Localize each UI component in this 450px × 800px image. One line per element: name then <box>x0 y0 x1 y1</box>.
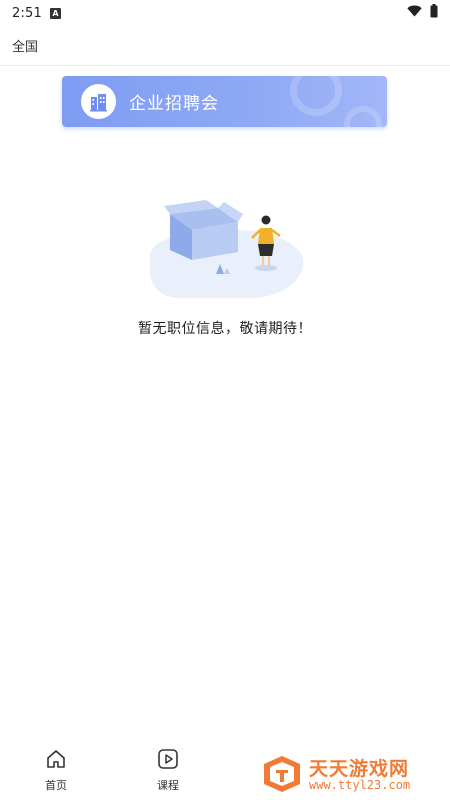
region-selector[interactable]: 全国 <box>12 36 38 55</box>
empty-box-illustration <box>140 200 310 305</box>
nav-label-home: 首页 <box>45 779 67 792</box>
play-icon <box>157 748 179 774</box>
watermark-url: www.ttyl23.com <box>309 778 411 792</box>
header: 全国 <box>0 26 450 66</box>
job-fair-banner[interactable]: 企业招聘会 <box>62 76 387 127</box>
building-icon <box>81 84 116 119</box>
nav-label-courses: 课程 <box>157 779 179 792</box>
watermark: 天天游戏网 www.ttyl23.com <box>262 752 447 796</box>
status-right <box>407 4 438 22</box>
nav-item-courses[interactable]: 课程 <box>138 748 198 798</box>
banner-decoration <box>344 106 382 127</box>
empty-state-message: 暂无职位信息，敬请期待！ <box>138 321 312 337</box>
notification-badge: A <box>50 7 61 19</box>
status-bar: 2:51 A <box>0 0 450 26</box>
status-time: 2:51 <box>12 5 42 21</box>
watermark-logo-icon <box>262 754 302 798</box>
banner-title: 企业招聘会 <box>129 94 219 114</box>
wifi-icon <box>407 5 422 21</box>
watermark-title: 天天游戏网 <box>309 758 410 780</box>
nav-item-home[interactable]: 首页 <box>26 748 86 798</box>
banner-decoration <box>290 76 342 116</box>
home-icon <box>45 748 67 774</box>
battery-icon <box>430 4 438 22</box>
status-left: 2:51 A <box>12 6 61 21</box>
